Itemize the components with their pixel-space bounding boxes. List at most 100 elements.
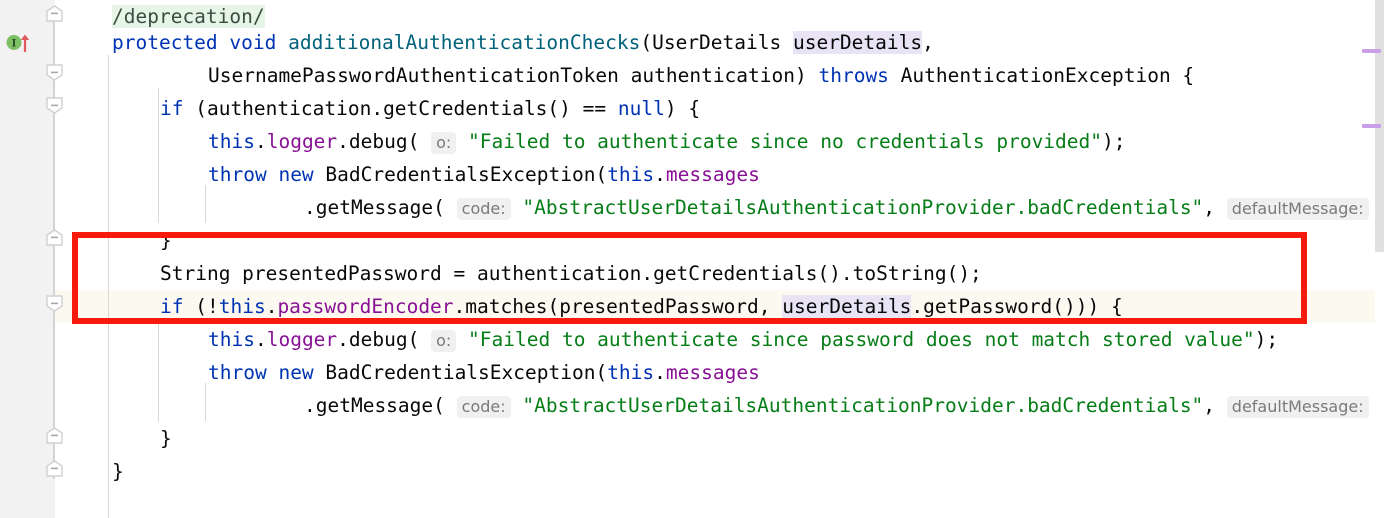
code-token: .debug( bbox=[337, 328, 420, 351]
inlay-parameter-hint[interactable]: o: bbox=[431, 330, 457, 352]
fold-marker-method-end-icon[interactable] bbox=[46, 460, 63, 477]
code-token: throw bbox=[208, 361, 267, 384]
code-token: "AbstractUserDetailsAuthenticationProvid… bbox=[522, 394, 1204, 417]
code-token: .getMessage( bbox=[304, 394, 445, 417]
inlay-parameter-hint[interactable]: defaultMessage: bbox=[1226, 198, 1369, 220]
scrollbar-track[interactable] bbox=[1375, 0, 1384, 518]
code-line[interactable]: this.logger.debug( o: "Failed to authent… bbox=[55, 323, 1384, 356]
code-token: .matches(presentedPassword, bbox=[453, 295, 783, 318]
code-line[interactable]: .getMessage( code: "AbstractUserDetailsA… bbox=[55, 389, 1384, 422]
code-line[interactable]: throw new BadCredentialsException(this.m… bbox=[55, 356, 1384, 389]
highlighted-identifier[interactable]: userDetails bbox=[792, 31, 923, 54]
code-token: if bbox=[160, 97, 184, 120]
code-token: throws bbox=[818, 64, 889, 87]
code-token: } bbox=[160, 229, 172, 252]
code-token: this bbox=[208, 328, 255, 351]
code-token: "Failed to authenticate since password d… bbox=[468, 328, 1255, 351]
code-token: this bbox=[218, 295, 266, 318]
code-line[interactable]: throw new BadCredentialsException(this.m… bbox=[55, 158, 1384, 191]
indent-guide bbox=[205, 383, 206, 421]
code-token: this bbox=[607, 163, 655, 186]
code-line[interactable]: } bbox=[55, 422, 1384, 455]
code-token: this bbox=[607, 361, 655, 384]
code-token: } bbox=[160, 427, 172, 450]
code-token: ); bbox=[1254, 328, 1279, 351]
code-line[interactable]: .getMessage( code: "AbstractUserDetailsA… bbox=[55, 191, 1384, 224]
fold-marker-second-end-icon[interactable] bbox=[46, 427, 63, 444]
scrollbar-change-marker[interactable] bbox=[1362, 124, 1381, 128]
fold-marker-if-second-icon[interactable] bbox=[46, 295, 63, 312]
highlighted-identifier[interactable]: userDetails bbox=[782, 295, 912, 318]
code-token: messages bbox=[665, 163, 760, 186]
code-token: , bbox=[1203, 196, 1216, 219]
javadoc-text: /deprecation/ bbox=[112, 5, 265, 28]
code-token: logger bbox=[266, 130, 338, 153]
fold-marker-method-body-icon[interactable] bbox=[46, 64, 63, 81]
code-token: .getMessage( bbox=[304, 196, 445, 219]
code-token: new bbox=[278, 163, 314, 186]
code-token: } bbox=[112, 460, 124, 483]
code-token: new bbox=[278, 361, 314, 384]
code-token: BadCredentialsException( bbox=[313, 361, 608, 384]
code-token: throw bbox=[208, 163, 267, 186]
code-line[interactable]: if (authentication.getCredentials() == n… bbox=[55, 92, 1384, 125]
implementing-method-icon[interactable]: I bbox=[6, 32, 32, 58]
inlay-parameter-hint[interactable]: defaultMessage: bbox=[1226, 396, 1369, 418]
inlay-parameter-hint[interactable]: o: bbox=[431, 132, 457, 154]
code-line[interactable]: } bbox=[55, 455, 1384, 488]
code-token: . bbox=[254, 130, 267, 153]
inlay-parameter-hint[interactable]: code: bbox=[456, 198, 511, 220]
code-token: logger bbox=[266, 328, 338, 351]
code-line[interactable]: if (!this.passwordEncoder.matches(presen… bbox=[55, 290, 1384, 323]
scrollbar-change-marker[interactable] bbox=[1362, 49, 1381, 53]
code-token: (authentication.getCredentials() == bbox=[183, 97, 618, 120]
fold-marker-if-block-icon[interactable] bbox=[46, 97, 63, 114]
fold-connector-line bbox=[53, 14, 55, 479]
code-token: "AbstractUserDetailsAuthenticationProvid… bbox=[522, 196, 1204, 219]
code-token: . bbox=[254, 328, 267, 351]
code-token: String presentedPassword = authenticatio… bbox=[160, 262, 982, 285]
fold-marker-javadoc-icon[interactable] bbox=[46, 5, 63, 22]
indent-guide bbox=[205, 185, 206, 223]
code-token: .getPassword())) { bbox=[911, 295, 1123, 318]
code-token: . bbox=[654, 361, 666, 384]
code-line[interactable]: protected void additionalAuthenticationC… bbox=[55, 26, 1384, 59]
code-token: (! bbox=[183, 295, 219, 318]
code-token: BadCredentialsException( bbox=[313, 163, 608, 186]
fold-marker-if-end-icon[interactable] bbox=[46, 229, 63, 246]
code-line[interactable]: this.logger.debug( o: "Failed to authent… bbox=[55, 125, 1384, 158]
code-token: if bbox=[160, 295, 184, 318]
indent-guide bbox=[108, 55, 109, 518]
code-token: .debug( bbox=[337, 130, 420, 153]
code-line[interactable]: String presentedPassword = authenticatio… bbox=[55, 257, 1384, 290]
code-token: . bbox=[265, 295, 278, 318]
code-token: (UserDetails bbox=[640, 31, 793, 54]
inlay-parameter-hint[interactable]: code: bbox=[456, 396, 511, 418]
indent-guide bbox=[158, 320, 159, 422]
code-token: ) { bbox=[664, 97, 701, 120]
code-token: additionalAuthenticationChecks bbox=[288, 31, 641, 54]
code-token: null bbox=[617, 97, 665, 120]
code-editor-screenshot: /deprecation/protected void additionalAu… bbox=[0, 0, 1384, 518]
editor-text-area[interactable]: /deprecation/protected void additionalAu… bbox=[55, 0, 1384, 518]
code-token: ); bbox=[1102, 130, 1126, 153]
code-token: , bbox=[922, 31, 934, 54]
code-token: this bbox=[208, 130, 255, 153]
svg-text:I: I bbox=[12, 39, 17, 50]
code-line[interactable]: UsernamePasswordAuthenticationToken auth… bbox=[55, 59, 1384, 92]
code-token: . bbox=[654, 163, 666, 186]
code-line[interactable]: } bbox=[55, 224, 1384, 257]
